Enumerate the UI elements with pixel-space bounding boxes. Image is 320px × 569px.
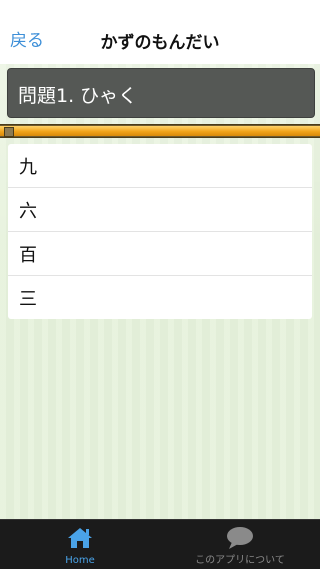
choice-list: 九 六 百 三 <box>8 144 312 319</box>
choice-item[interactable]: 六 <box>8 188 312 232</box>
tab-home-label: Home <box>65 555 95 566</box>
tab-bar: Home このアプリについて <box>0 519 320 569</box>
choice-label: 三 <box>19 288 37 310</box>
speech-bubble-icon <box>225 526 255 554</box>
choice-label: 百 <box>19 244 37 266</box>
progress-knob <box>4 127 14 137</box>
choice-label: 九 <box>19 156 37 178</box>
tab-about[interactable]: このアプリについて <box>180 520 300 569</box>
house-icon <box>66 526 94 554</box>
tab-home[interactable]: Home <box>30 520 130 569</box>
progress-bar <box>0 124 320 138</box>
choice-item[interactable]: 三 <box>8 276 312 319</box>
page-title: かずのもんだい <box>100 33 220 53</box>
question-box: 問題1. ひゃく <box>7 68 315 118</box>
question-text: 問題1. ひゃく <box>18 85 138 107</box>
progress-fill <box>0 126 320 136</box>
tab-about-label: このアプリについて <box>195 555 285 566</box>
choice-label: 六 <box>19 200 37 222</box>
navigation-bar: 戻る かずのもんだい <box>0 0 320 64</box>
quiz-content: 問題1. ひゃく 九 六 百 三 <box>0 64 320 519</box>
choice-item[interactable]: 九 <box>8 144 312 188</box>
choice-item[interactable]: 百 <box>8 232 312 276</box>
